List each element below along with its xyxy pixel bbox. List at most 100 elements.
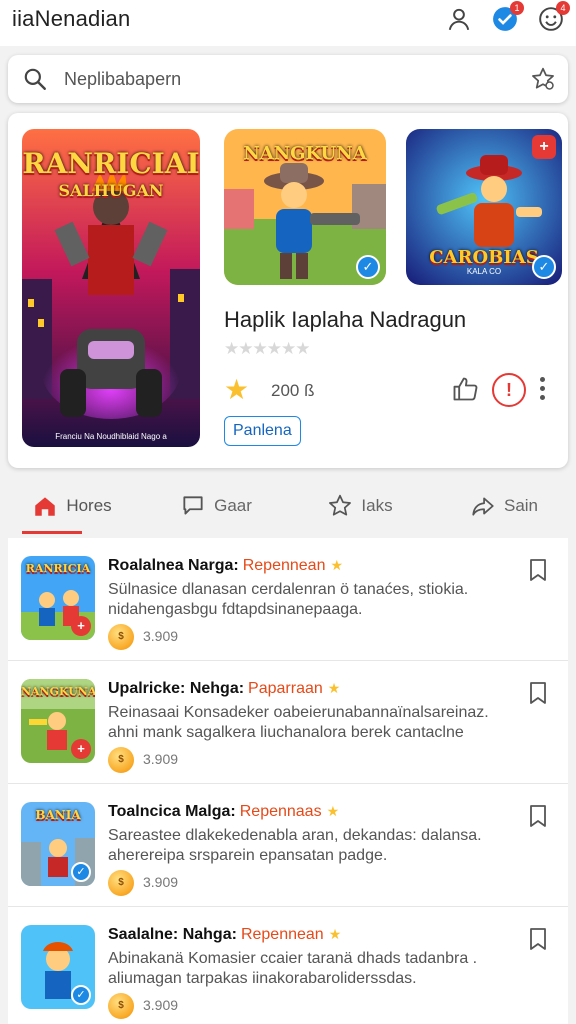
list-item-count: 3.909 (143, 874, 179, 890)
list-item-title: Toalncica Malga: Repennaas ★ (108, 803, 339, 821)
profile-badge: 4 (556, 1, 570, 15)
thumb-label: NANGKUNA (21, 685, 95, 698)
tab-label: Gaar (214, 496, 252, 515)
star-icon: ★ (326, 803, 340, 819)
verified-check-icon: ✓ (356, 255, 380, 279)
app-name: Saalalne: Nahga: (108, 926, 237, 943)
coin-icon: $ (108, 624, 134, 650)
bookmark-icon[interactable] (528, 558, 548, 582)
poster-title: RANRICIAI (22, 147, 200, 180)
list-item-thumbnail: ✓ (21, 925, 95, 1009)
top-actions: 1 4 (444, 1, 570, 34)
rating-star-icon: ★ (224, 374, 250, 405)
list-item-thumbnail: RANRICIA + (21, 556, 95, 640)
coin-icon: $ (108, 747, 134, 773)
featured-star-rating: ★★★★★★ (224, 339, 310, 358)
list-item-count: 3.909 (143, 997, 179, 1013)
verified-check-icon: ✓ (532, 255, 556, 279)
add-icon[interactable]: + (71, 739, 91, 759)
list-item-title: Saalalne: Nahga: Repennean ★ (108, 926, 341, 944)
share-icon (472, 497, 494, 516)
add-icon[interactable]: + (71, 616, 91, 636)
featured-card[interactable]: RANRICIAI SALHUGAN Franciu Na Noudhiblai… (8, 113, 568, 468)
list-item-thumbnail: NANGKUNA + (21, 679, 95, 763)
desc-line: Sareastee dlakekedenabla aran, dekandas:… (108, 827, 482, 844)
list-item-description: Sülnasice dlanasan cerdalenran ö tanaćes… (108, 580, 518, 620)
tab-bar: Hores Gaar Iaks Sain (0, 478, 576, 534)
app-name: Toalncica Malga: (108, 803, 236, 820)
search-bar[interactable] (8, 55, 568, 103)
tab-share[interactable]: Sain (432, 478, 576, 534)
desc-line: aherereipa srsparein epansatan padge. (108, 847, 388, 864)
desc-line: Reinasaai Konsadeker oabeierunabannaïnal… (108, 704, 489, 721)
bookmark-icon[interactable] (528, 927, 548, 951)
list-item-count: 3.909 (143, 628, 179, 644)
chat-icon (183, 496, 203, 515)
favorite-star-icon[interactable] (530, 66, 556, 92)
app-tag: Repennean (240, 926, 324, 943)
person-icon (448, 8, 470, 31)
featured-rating-count: 200 ß (271, 381, 315, 400)
bookmark-icon[interactable] (528, 804, 548, 828)
list-item-count: 3.909 (143, 751, 179, 767)
thumb-label: RANRICIA (25, 562, 91, 575)
desc-line: Abinakanä Komasier ccaier taranä dhads t… (108, 950, 478, 967)
poster-caption: Franciu Na Noudhiblaid Nago a (55, 432, 167, 441)
tab-label: Iaks (361, 496, 393, 515)
tab-favorites[interactable]: Iaks (288, 478, 432, 534)
thumb-label: BANIA (35, 808, 81, 822)
verified-check-icon: ✓ (71, 985, 91, 1005)
app-name: Upalricke: Nehga: (108, 680, 245, 697)
featured-thumb-cowboy[interactable]: NANGKUNA ✓ (224, 129, 386, 285)
verified-check-icon: ✓ (71, 862, 91, 882)
account-button[interactable] (444, 4, 474, 34)
bookmark-icon[interactable] (528, 681, 548, 705)
notification-badge: 1 (510, 1, 524, 15)
poster-subtitle: SALHUGAN (58, 181, 164, 200)
profile-button[interactable]: 4 (536, 1, 570, 34)
star-icon: ★ (330, 557, 344, 573)
app-tag: Repennean (242, 557, 326, 574)
top-app-bar: iiaNenadian 1 4 (0, 0, 576, 46)
tab-chat[interactable]: Gaar (144, 478, 288, 534)
desc-line: nidahengasbgu fdtapdsinanepaaga. (108, 601, 363, 618)
notifications-button[interactable]: 1 (490, 1, 524, 34)
thumb2-title: NANGKUNA (243, 143, 367, 164)
tab-label: Hores (66, 496, 112, 515)
list-item-description: Reinasaai Konsadeker oabeierunabannaïnal… (108, 703, 518, 743)
featured-thumb-hero[interactable]: CAROBIAS KALA CO + ✓ (406, 129, 562, 285)
tab-label: Sain (503, 496, 539, 515)
desc-line: ahni mank sagalkera liuchanalora berek c… (108, 724, 464, 741)
list-item[interactable]: ✓ Saalalne: Nahga: Repennean ★ Abinakanä K… (8, 907, 568, 1024)
app-tag: Paparraan (248, 680, 323, 697)
list-item-title: Roalalnea Narga: Repennean ★ (108, 557, 343, 575)
like-icon[interactable] (451, 375, 479, 403)
app-title: iiaNenadian (12, 6, 131, 31)
list-item-title: Upalricke: Nehga: Paparraan ★ (108, 680, 340, 698)
search-input[interactable] (64, 68, 494, 90)
search-icon (24, 68, 46, 90)
list-item-thumbnail: BANIA ✓ (21, 802, 95, 886)
star-outline-icon (329, 494, 352, 516)
list-item[interactable]: BANIA ✓ Toalncica Malga: Repennaas ★ Sarea… (8, 784, 568, 907)
coin-icon: $ (108, 993, 134, 1019)
list-item[interactable]: NANGKUNA + Upalricke: Nehga: Paparraan ★ R… (8, 661, 568, 784)
app-list: RANRICIA + Roalalnea Narga: Repennean ★ Sü… (8, 538, 568, 1024)
app-name: Roalalnea Narga: (108, 557, 239, 574)
home-icon (35, 497, 56, 516)
star-icon: ★ (327, 680, 341, 696)
desc-line: aliumagan tarpakas iinakorabaroliderssda… (108, 970, 417, 987)
desc-line: Sülnasice dlanasan cerdalenran ö tanaćes… (108, 581, 469, 598)
star-icon: ★ (328, 926, 342, 942)
coin-icon: $ (108, 870, 134, 896)
more-options-icon[interactable] (538, 377, 546, 403)
report-icon[interactable]: ! (492, 373, 526, 407)
add-icon[interactable]: + (532, 135, 556, 159)
list-item[interactable]: RANRICIA + Roalalnea Narga: Repennean ★ Sü… (8, 538, 568, 661)
list-item-description: Abinakanä Komasier ccaier taranä dhads t… (108, 949, 518, 989)
tab-home[interactable]: Hores (0, 478, 144, 534)
list-item-description: Sareastee dlakekedenabla aran, dekandas:… (108, 826, 518, 866)
featured-app-name: Haplik Iaplaha Nadragun (224, 307, 467, 332)
featured-poster[interactable]: RANRICIAI SALHUGAN Franciu Na Noudhiblai… (22, 129, 200, 447)
featured-category-tag[interactable]: Panlena (224, 416, 301, 446)
